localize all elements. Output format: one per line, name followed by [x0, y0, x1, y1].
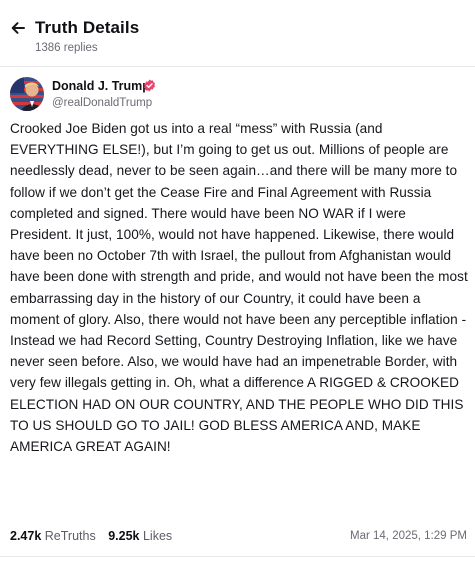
avatar[interactable]	[10, 77, 44, 111]
likes-label: Likes	[142, 529, 173, 543]
retruths-count: 2.47k	[10, 529, 42, 543]
verified-badge-icon	[144, 79, 155, 92]
page-title: Truth Details	[35, 18, 140, 37]
post-text: Crooked Joe Biden got us into a real “me…	[10, 121, 468, 455]
post-stats: 2.47k ReTruths 9.25k Likes	[10, 529, 181, 547]
page-header: Truth Details 1386 replies	[0, 0, 475, 62]
author-handle[interactable]: @realDonaldTrump	[52, 97, 152, 109]
retruths-label: ReTruths	[44, 529, 96, 543]
post-timestamp[interactable]: Mar 14, 2025, 1:29 PM	[350, 530, 467, 542]
likes-stat[interactable]: 9.25k Likes	[108, 529, 172, 543]
author-name[interactable]: Donald J. Trump	[52, 79, 150, 93]
header-divider	[0, 66, 475, 67]
retruths-stat[interactable]: 2.47k ReTruths	[10, 529, 96, 543]
replies-count: 1386 replies	[35, 42, 98, 54]
truth-details-page: Truth Details 1386 replies Donald J. Tru…	[0, 0, 475, 562]
likes-count: 9.25k	[108, 529, 140, 543]
arrow-left-icon[interactable]	[10, 20, 26, 36]
footer-divider	[0, 556, 475, 557]
